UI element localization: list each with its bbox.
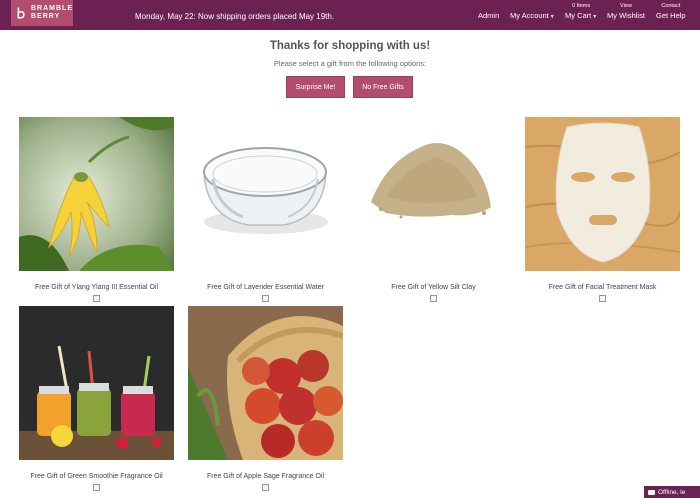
chevron-down-icon: ▼	[549, 14, 555, 20]
surprise-me-button[interactable]: Surprise Me!	[286, 76, 345, 98]
chat-icon	[648, 489, 655, 495]
nav-my-cart[interactable]: 0 Items My Cart▼	[565, 3, 597, 23]
live-chat-button[interactable]: Offline, le	[644, 486, 700, 498]
chevron-down-icon: ▼	[592, 14, 598, 20]
gift-checkbox[interactable]	[93, 484, 100, 491]
product-card: Free Gift of Apple Sage Fragrance Oil	[188, 306, 343, 491]
gift-checkbox[interactable]	[599, 295, 606, 302]
brand-logo[interactable]: BRAMBLE BERRY	[11, 0, 73, 26]
product-card: Free Gift of Ylang Ylang III Essential O…	[19, 117, 174, 302]
product-image-green-smoothie[interactable]	[19, 306, 174, 460]
nav-my-wishlist[interactable]: View My Wishlist	[607, 3, 645, 21]
chat-status: Offline, le	[658, 488, 686, 496]
product-card: Free Gift of Green Smoothie Fragrance Oi…	[19, 306, 174, 491]
product-name: Free Gift of Ylang Ylang III Essential O…	[34, 284, 159, 291]
product-card: Free Gift of Yellow Silt Clay	[356, 117, 511, 302]
gift-checkbox[interactable]	[262, 484, 269, 491]
product-card: Free Gift of Lavender Essential Water	[188, 117, 343, 302]
gift-checkbox[interactable]	[262, 295, 269, 302]
logo-b-icon	[17, 7, 25, 19]
product-image-apple-sage[interactable]	[188, 306, 343, 460]
nav-my-account[interactable]: My Account▼	[510, 3, 555, 23]
product-image-facial-mask[interactable]	[525, 117, 680, 271]
gift-checkbox[interactable]	[93, 295, 100, 302]
gift-checkbox[interactable]	[430, 295, 437, 302]
product-card: Free Gift of Facial Treatment Mask	[525, 117, 680, 302]
product-name: Free Gift of Yellow Silt Clay	[391, 284, 476, 291]
no-free-gifts-button[interactable]: No Free Gifts	[353, 76, 413, 98]
logo-text: BRAMBLE BERRY	[31, 5, 73, 20]
product-name: Free Gift of Apple Sage Fragrance Oil	[206, 473, 325, 480]
gift-instruction: Please select a gift from the following …	[273, 59, 427, 68]
product-name: Free Gift of Facial Treatment Mask	[548, 284, 657, 291]
nav-get-help[interactable]: Contact Get Help	[656, 3, 686, 21]
shipping-announcement: Monday, May 22: Now shipping orders plac…	[135, 12, 335, 21]
product-image-yellow-clay[interactable]	[356, 117, 511, 271]
product-image-lavender-water[interactable]	[188, 117, 343, 271]
page-title: Thanks for shopping with us!	[269, 40, 431, 52]
top-header: BRAMBLE BERRY Monday, May 22: Now shippi…	[0, 0, 700, 30]
product-image-ylang-ylang[interactable]	[19, 117, 174, 271]
product-name: Free Gift of Lavender Essential Water	[207, 284, 324, 291]
product-name: Free Gift of Green Smoothie Fragrance Oi…	[30, 473, 163, 480]
nav-admin[interactable]: Admin	[478, 3, 499, 21]
